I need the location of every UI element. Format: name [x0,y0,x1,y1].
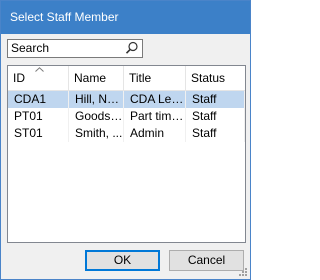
column-label-title: Title [129,71,152,85]
window-title: Select Staff Member [10,10,119,24]
column-label-id: ID [13,71,25,85]
search-box[interactable] [7,39,143,58]
search-icon[interactable] [125,41,139,55]
column-header-name[interactable]: Name [69,66,124,90]
cell-name: Goodst... [69,108,124,125]
column-header-status[interactable]: Status [186,66,245,90]
column-header-id[interactable]: ID [8,66,69,90]
cell-status: Staff [186,91,245,108]
table-row-selected[interactable]: CDA1 Hill, Na... CDA Lev... Staff [8,91,245,108]
column-header-title[interactable]: Title [124,66,186,90]
search-input[interactable] [9,41,123,56]
table-header: ID Name Title Status [8,66,245,91]
sort-ascending-icon [35,67,44,72]
cell-id: CDA1 [8,91,69,108]
cell-title: Admin [124,125,186,142]
column-label-name: Name [74,71,107,85]
select-staff-dialog: Select Staff Member ID Name Title Status [0,0,251,280]
cell-id: PT01 [8,108,69,125]
cell-status: Staff [186,125,245,142]
table-row[interactable]: PT01 Goodst... Part time ... Staff [8,108,245,125]
staff-table[interactable]: ID Name Title Status CDA1 Hill, Na... CD… [7,65,246,243]
cancel-button[interactable]: Cancel [169,250,244,271]
ok-button[interactable]: OK [85,250,160,271]
cell-title: CDA Lev... [124,91,186,108]
cell-id: ST01 [8,125,69,142]
cell-name: Smith, ... [69,125,124,142]
cell-title: Part time ... [124,108,186,125]
resize-grip-icon[interactable] [238,267,248,277]
cell-name: Hill, Na... [69,91,124,108]
cell-status: Staff [186,108,245,125]
title-bar[interactable]: Select Staff Member [1,1,250,34]
column-label-status: Status [191,71,226,85]
table-row[interactable]: ST01 Smith, ... Admin Staff [8,125,245,142]
